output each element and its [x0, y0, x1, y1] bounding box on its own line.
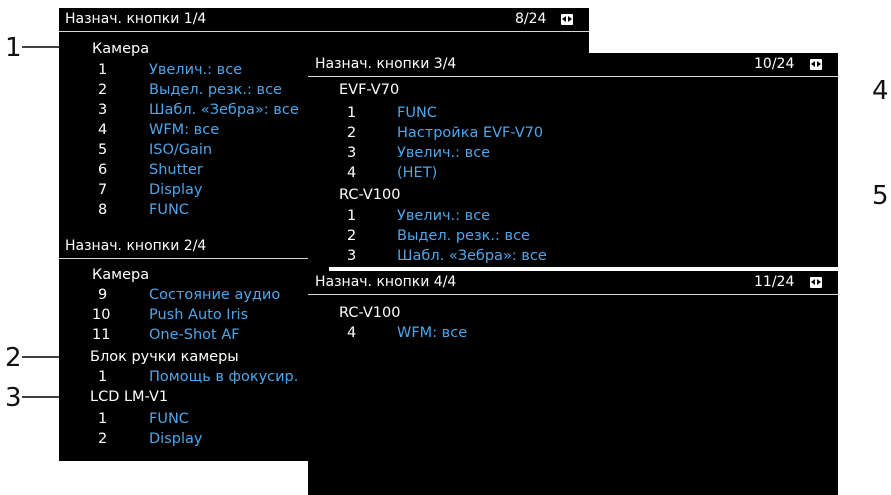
panel-header: Назнач. кнопки 2/4 — [59, 235, 329, 259]
item-label[interactable]: Push Auto Iris — [149, 306, 248, 324]
item-number: 11 — [92, 327, 111, 343]
item-number: 2 — [98, 431, 108, 447]
panel-assign-buttons-3: Назнач. кнопки 3/4 10/24 EVF-V70 1 FUNC … — [308, 53, 838, 267]
item-label[interactable]: Display — [149, 181, 202, 199]
item-number: 2 — [347, 125, 357, 141]
panel-header: Назнач. кнопки 4/4 11/24 — [308, 271, 838, 295]
panel-assign-buttons-4: Назнач. кнопки 4/4 11/24 RC-V100 4 WFM: … — [308, 271, 838, 495]
item-label[interactable]: Настройка EVF-V70 — [397, 124, 543, 142]
item-number: 3 — [98, 102, 108, 118]
group-label: Камера — [92, 267, 150, 283]
item-label[interactable]: FUNC — [149, 410, 189, 428]
item-number: 2 — [347, 228, 357, 244]
callout-3: 3 — [5, 383, 22, 413]
panel-header: Назнач. кнопки 1/4 8/24 — [59, 8, 589, 32]
item-label[interactable]: Shutter — [149, 161, 203, 179]
item-number: 7 — [98, 182, 108, 198]
item-label[interactable]: Шабл. «Зебра»: все — [397, 247, 547, 265]
item-number: 1 — [98, 411, 108, 427]
item-number: 1 — [347, 105, 357, 121]
page-counter: 10/24 — [754, 56, 795, 72]
item-number: 5 — [98, 142, 108, 158]
item-number: 8 — [98, 202, 108, 218]
left-right-arrows-icon — [561, 14, 573, 25]
panel-title: Назнач. кнопки 4/4 — [315, 274, 457, 290]
left-right-arrows-icon — [810, 59, 822, 70]
item-number: 3 — [347, 248, 357, 264]
item-number: 10 — [92, 307, 111, 323]
item-label[interactable]: WFM: все — [149, 121, 219, 139]
item-number: 4 — [98, 122, 108, 138]
group-label: LCD LM-V1 — [90, 389, 169, 405]
callout-1: 1 — [5, 33, 22, 63]
item-label[interactable]: One-Shot AF — [149, 326, 240, 344]
panel-header: Назнач. кнопки 3/4 10/24 — [308, 53, 838, 77]
item-label[interactable]: WFM: все — [397, 324, 467, 342]
group-label: RC-V100 — [339, 305, 401, 321]
item-number: 1 — [98, 369, 108, 385]
callout-2: 2 — [5, 343, 22, 373]
group-label: EVF-V70 — [339, 82, 400, 98]
item-label[interactable]: Шабл. «Зебра»: все — [149, 101, 299, 119]
page-counter: 11/24 — [754, 274, 795, 290]
panel-title: Назнач. кнопки 3/4 — [315, 56, 457, 72]
item-number: 1 — [98, 62, 108, 78]
callout-5: 5 — [872, 181, 889, 211]
item-number: 4 — [347, 165, 357, 181]
item-number: 2 — [98, 82, 108, 98]
item-number: 9 — [98, 287, 108, 303]
item-number: 1 — [347, 208, 357, 224]
item-label[interactable]: Увелич.: все — [397, 144, 490, 162]
item-label[interactable]: Состояние аудио — [149, 286, 280, 304]
item-number: 3 — [347, 145, 357, 161]
panel-assign-buttons-2: Назнач. кнопки 2/4 Камера 9 Состояние ау… — [59, 235, 329, 461]
item-number: 6 — [98, 162, 108, 178]
item-label[interactable]: Display — [149, 430, 202, 448]
group-label: Камера — [92, 41, 150, 57]
item-label[interactable]: (НЕТ) — [397, 164, 437, 182]
item-label[interactable]: ISO/Gain — [149, 141, 212, 159]
panel-title: Назнач. кнопки 2/4 — [65, 238, 207, 254]
item-label[interactable]: Помощь в фокусир. — [149, 368, 298, 386]
item-label[interactable]: Выдел. резк.: все — [149, 81, 282, 99]
item-label[interactable]: FUNC — [149, 201, 189, 219]
item-label[interactable]: Выдел. резк.: все — [397, 227, 530, 245]
item-label[interactable]: Увелич.: все — [149, 61, 242, 79]
group-label: RC-V100 — [339, 187, 401, 203]
left-right-arrows-icon — [810, 277, 822, 288]
panel-title: Назнач. кнопки 1/4 — [65, 11, 207, 27]
item-label[interactable]: FUNC — [397, 104, 437, 122]
group-label: Блок ручки камеры — [90, 349, 239, 365]
callout-4: 4 — [872, 76, 889, 106]
page-counter: 8/24 — [515, 11, 547, 27]
item-label[interactable]: Увелич.: все — [397, 207, 490, 225]
item-number: 4 — [347, 325, 357, 341]
